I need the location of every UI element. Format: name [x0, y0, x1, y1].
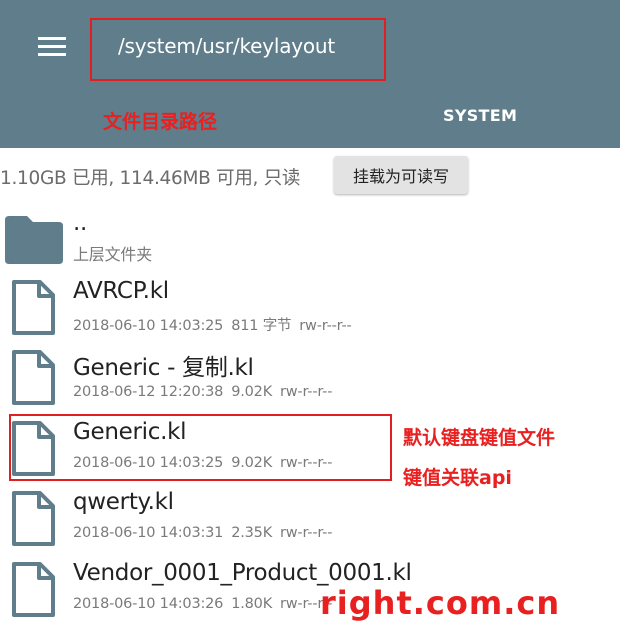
watermark: right.com.cn: [320, 584, 561, 622]
file-name: Generic - 复制.kl: [73, 355, 254, 381]
list-item-parent-folder[interactable]: .. 上层文件夹: [0, 208, 620, 278]
file-size: 811 字节: [231, 318, 292, 334]
file-icon: [12, 562, 55, 617]
folder-icon: [5, 216, 63, 264]
file-annotation-1: 默认键盘键值文件: [403, 427, 556, 449]
file-date: 2018-06-12 12:20:38: [73, 384, 224, 400]
file-size: 9.02K: [231, 384, 272, 400]
storage-info: 1.10GB 已用, 114.46MB 可用, 只读: [0, 168, 301, 189]
file-date: 2018-06-10 14:03:26: [73, 596, 224, 612]
tab-system[interactable]: SYSTEM: [443, 106, 517, 125]
file-size: 2.35K: [231, 525, 272, 541]
file-name: ..: [73, 210, 88, 236]
file-perms: rw-r--r--: [280, 384, 333, 400]
file-meta: 2018-06-12 12:20:38 9.02K rw-r--r--: [73, 384, 340, 400]
file-icon: [12, 491, 55, 546]
file-perms: rw-r--r--: [299, 318, 352, 334]
file-name: qwerty.kl: [73, 489, 174, 515]
path-highlight-box: [90, 18, 386, 81]
file-name: Vendor_0001_Product_0001.kl: [73, 560, 412, 586]
file-icon: [12, 350, 55, 405]
file-icon: [12, 280, 55, 335]
file-meta: 2018-06-10 14:03:31 2.35K rw-r--r--: [73, 525, 340, 541]
file-date: 2018-06-10 14:03:25: [73, 318, 224, 334]
folder-subtitle: 上层文件夹: [73, 245, 153, 264]
list-item-file[interactable]: AVRCP.kl 2018-06-10 14:03:25 811 字节 rw-r--…: [0, 278, 620, 348]
file-date: 2018-06-10 14:03:31: [73, 525, 224, 541]
file-size: 1.80K: [231, 596, 272, 612]
list-item-file[interactable]: qwerty.kl 2018-06-10 14:03:31 2.35K rw-r--…: [0, 488, 620, 558]
list-item-file[interactable]: Generic - 复制.kl 2018-06-12 12:20:38 9.02K…: [0, 348, 620, 418]
path-annotation: 文件目录路径: [103, 111, 218, 133]
file-perms: rw-r--r--: [280, 525, 333, 541]
file-meta: 2018-06-10 14:03:26 1.80K rw-r--r--: [73, 596, 340, 612]
mount-read-write-button[interactable]: 挂载为可读写: [334, 156, 468, 194]
file-name: AVRCP.kl: [73, 278, 169, 304]
file-highlight-box: [9, 414, 392, 481]
file-annotation-2: 键值关联api: [403, 467, 512, 489]
menu-icon[interactable]: [38, 37, 66, 57]
file-meta: 2018-06-10 14:03:25 811 字节 rw-r--r--: [73, 314, 360, 335]
